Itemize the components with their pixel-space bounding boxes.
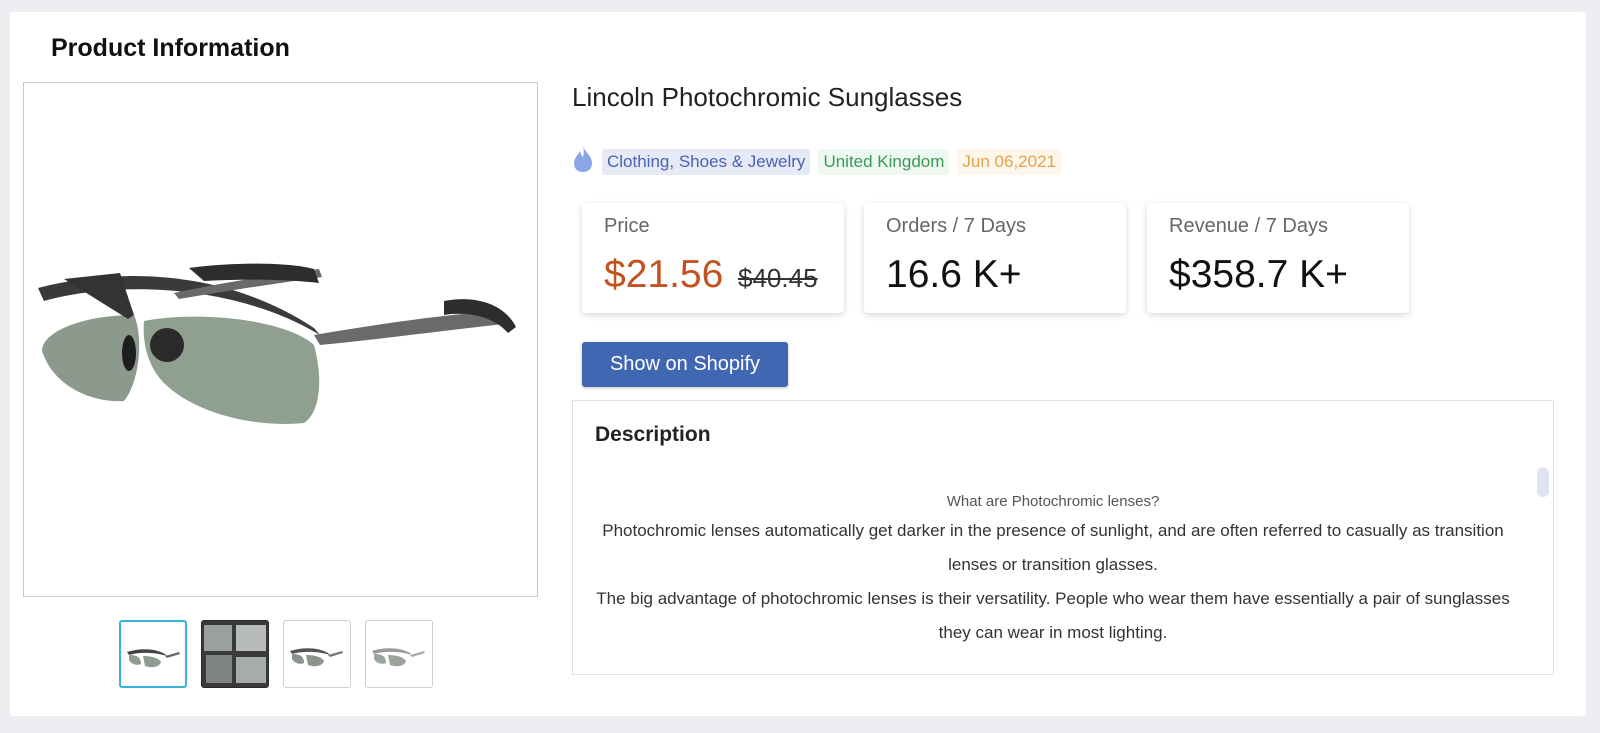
description-subtitle: What are Photochromic lenses? [946, 493, 1160, 510]
price-label: Price [604, 215, 650, 237]
price-card: Price $21.56 $40.45 [582, 203, 844, 313]
orders-value: 16.6 K+ [886, 253, 1022, 296]
orders-card: Orders / 7 Days 16.6 K+ [864, 203, 1126, 313]
description-paragraph: Photochromic lenses automatically get da… [602, 521, 1504, 574]
orders-label: Orders / 7 Days [886, 215, 1027, 237]
description-scrollbar[interactable] [1537, 467, 1549, 497]
sunglasses-thumbnail-icon [127, 649, 180, 668]
fire-icon [572, 145, 594, 178]
thumbnail-2[interactable] [201, 620, 269, 688]
date-tag: Jun 06,2021 [957, 148, 1061, 175]
revenue-label: Revenue / 7 Days [1169, 215, 1328, 237]
country-tag: United Kingdom [818, 148, 950, 175]
description-content: What are Photochromic lenses? Photochrom… [593, 493, 1513, 650]
description-title: Description [595, 423, 711, 446]
thumbnail-4[interactable] [365, 620, 433, 688]
description-paragraph: The big advantage of photochromic lenses… [596, 589, 1510, 642]
sunglasses-image [38, 263, 516, 424]
product-title: Lincoln Photochromic Sunglasses [572, 82, 963, 112]
thumbnail-3[interactable] [283, 620, 351, 688]
thumbnail-strip [119, 620, 433, 688]
price-value: $21.56 [604, 253, 724, 296]
sunglasses-thumbnail-icon [290, 648, 343, 667]
sunglasses-thumbnail-icon [372, 648, 425, 667]
product-main-image[interactable] [23, 82, 538, 597]
section-title: Product Information [51, 34, 290, 62]
sunglasses-thumbnail-icon [204, 625, 266, 683]
category-tag[interactable]: Clothing, Shoes & Jewelry [602, 148, 811, 175]
revenue-card: Revenue / 7 Days $358.7 K+ [1147, 203, 1409, 313]
product-tags: Clothing, Shoes & Jewelry United Kingdom… [572, 145, 1061, 178]
description-panel[interactable]: Description What are Photochromic lenses… [572, 400, 1554, 675]
revenue-value: $358.7 K+ [1169, 253, 1348, 296]
original-price: $40.45 [738, 263, 818, 293]
thumbnail-1[interactable] [119, 620, 187, 688]
show-on-shopify-button[interactable]: Show on Shopify [582, 342, 788, 387]
